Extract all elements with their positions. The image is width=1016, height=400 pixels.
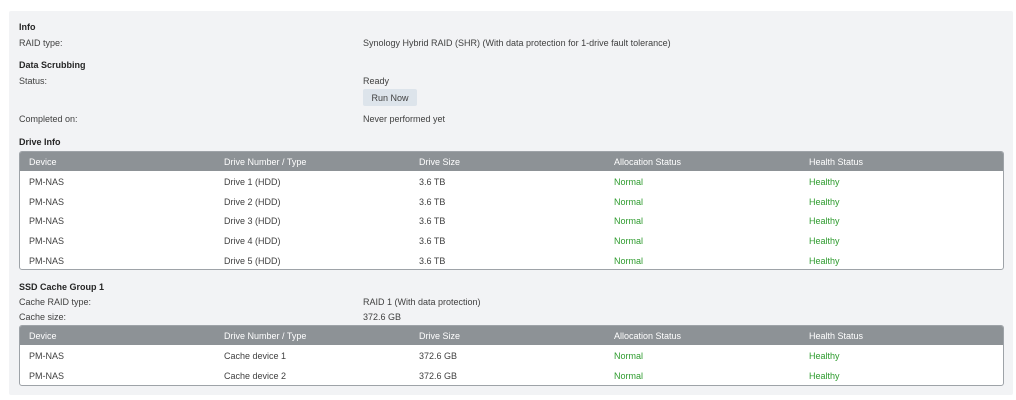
data-scrubbing-title: Data Scrubbing [19,60,86,70]
table-row[interactable]: PM-NAS Drive 4 (HDD) 3.6 TB Normal Healt… [20,231,1003,251]
cell-drive-number: Drive 3 (HDD) [224,216,281,227]
column-header-health-status[interactable]: Health Status [809,157,863,167]
info-section-title: Info [19,22,36,32]
cell-allocation-status: Normal [614,176,644,187]
cell-drive-size: 3.6 TB [419,176,446,187]
completed-on-label: Completed on: [19,114,78,124]
column-header-device[interactable]: Device [29,157,57,167]
table-header: Device Drive Number / Type Drive Size Al… [20,152,1003,171]
column-header-device[interactable]: Device [29,331,57,341]
cell-health-status: Healthy [809,370,840,381]
storage-info-panel: Info RAID type: Synology Hybrid RAID (SH… [9,11,1013,395]
column-header-drive-size[interactable]: Drive Size [419,331,460,341]
completed-on-value: Never performed yet [363,114,446,124]
cell-allocation-status: Normal [614,370,644,381]
cell-drive-number: Drive 2 (HDD) [224,196,281,207]
cell-health-status: Healthy [809,350,840,361]
raid-type-value: Synology Hybrid RAID (SHR) (With data pr… [363,38,671,48]
cell-allocation-status: Normal [614,350,644,361]
scrubbing-status-label: Status: [19,76,48,86]
cell-drive-size: 3.6 TB [419,196,446,207]
table-row[interactable]: PM-NAS Cache device 1 372.6 GB Normal He… [20,346,1003,366]
cell-device: PM-NAS [29,350,65,361]
column-header-allocation-status[interactable]: Allocation Status [614,331,681,341]
table-row[interactable]: PM-NAS Drive 1 (HDD) 3.6 TB Normal Healt… [20,172,1003,192]
cell-drive-size: 3.6 TB [419,256,446,267]
table-header: Device Drive Number / Type Drive Size Al… [20,326,1003,345]
table-row[interactable]: PM-NAS Drive 5 (HDD) 3.6 TB Normal Healt… [20,251,1003,269]
cell-drive-number: Drive 5 (HDD) [224,256,281,267]
cell-drive-number: Drive 4 (HDD) [224,236,281,247]
cell-device: PM-NAS [29,176,65,187]
cache-size-value: 372.6 GB [363,312,402,322]
cell-drive-size: 3.6 TB [419,236,446,247]
scrubbing-status-value: Ready [363,76,390,86]
cell-health-status: Healthy [809,256,840,267]
cell-drive-size: 372.6 GB [419,370,458,381]
ssd-cache-table: Device Drive Number / Type Drive Size Al… [19,325,1004,386]
column-header-drive-number[interactable]: Drive Number / Type [224,331,306,341]
cell-drive-number: Cache device 2 [224,370,287,381]
cache-raid-type-label: Cache RAID type: [19,297,92,307]
column-header-drive-number[interactable]: Drive Number / Type [224,157,306,167]
raid-type-label: RAID type: [19,38,63,48]
column-header-drive-size[interactable]: Drive Size [419,157,460,167]
cell-drive-number: Drive 1 (HDD) [224,176,281,187]
cell-allocation-status: Normal [614,236,644,247]
drive-info-title: Drive Info [19,137,61,147]
table-row[interactable]: PM-NAS Cache device 2 372.6 GB Normal He… [20,366,1003,385]
table-row[interactable]: PM-NAS Drive 3 (HDD) 3.6 TB Normal Healt… [20,212,1003,232]
cell-drive-number: Cache device 1 [224,350,287,361]
cell-drive-size: 372.6 GB [419,350,458,361]
ssd-cache-group-title: SSD Cache Group 1 [19,282,105,292]
column-header-allocation-status[interactable]: Allocation Status [614,157,681,167]
column-header-health-status[interactable]: Health Status [809,331,863,341]
table-row[interactable]: PM-NAS Drive 2 (HDD) 3.6 TB Normal Healt… [20,192,1003,212]
cell-health-status: Healthy [809,176,840,187]
cache-raid-type-value: RAID 1 (With data protection) [363,297,481,307]
cell-device: PM-NAS [29,216,65,227]
drive-info-table: Device Drive Number / Type Drive Size Al… [19,151,1004,270]
cell-health-status: Healthy [809,236,840,247]
cell-device: PM-NAS [29,370,65,381]
cell-allocation-status: Normal [614,196,644,207]
cell-health-status: Healthy [809,216,840,227]
cell-allocation-status: Normal [614,256,644,267]
cell-device: PM-NAS [29,196,65,207]
run-now-button[interactable]: Run Now [363,89,417,106]
cell-device: PM-NAS [29,256,65,267]
cell-health-status: Healthy [809,196,840,207]
cell-drive-size: 3.6 TB [419,216,446,227]
cell-device: PM-NAS [29,236,65,247]
cache-size-label: Cache size: [19,312,67,322]
cell-allocation-status: Normal [614,216,644,227]
